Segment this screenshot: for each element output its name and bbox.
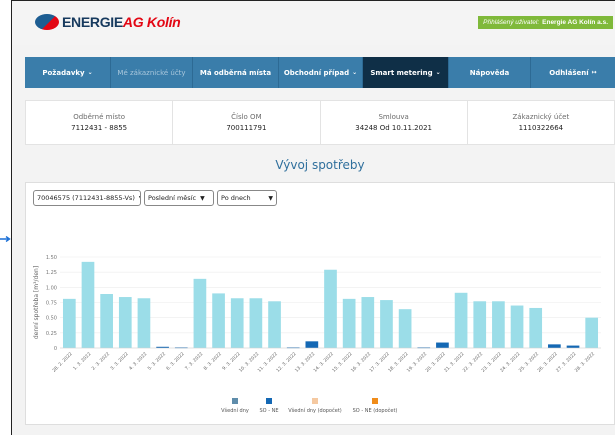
x-tick-label: 4. 3. 2022 <box>128 351 149 372</box>
brand-accent: AG Kolín <box>122 14 181 30</box>
logo-mark-icon <box>35 14 59 30</box>
bar <box>473 301 487 348</box>
y-tick-label: 0.50 <box>46 316 57 322</box>
bar <box>118 297 132 348</box>
bar <box>585 317 599 348</box>
y-tick-label: 0.25 <box>46 331 57 337</box>
x-tick-label: 3. 3. 2022 <box>109 351 130 372</box>
bar <box>454 292 468 348</box>
user-name: Energie AG Kolín a.s. <box>542 19 608 26</box>
y-axis-label: denní spotřeba [m³/den] <box>33 266 40 339</box>
x-tick-label: 5. 3. 2022 <box>147 351 168 372</box>
y-tick-label: 1.25 <box>46 270 57 276</box>
bar <box>566 345 580 348</box>
legend-label: SO - NE <box>260 408 279 414</box>
nav-smart-metering[interactable]: Smart metering ⌄ <box>363 57 449 88</box>
bar <box>305 341 319 348</box>
x-tick-label: 6. 3. 2022 <box>165 351 186 372</box>
bar <box>100 294 113 348</box>
bar <box>361 297 375 348</box>
info-cislo-om: Číslo OM 700111791 <box>173 101 321 144</box>
nav-obchodni-pripad[interactable]: Obchodní případ ⌄ <box>279 57 363 88</box>
legend-swatch <box>232 398 238 404</box>
bar <box>398 309 412 348</box>
user-badge: Přihlášený uživatel: Energie AG Kolín a.… <box>478 16 613 29</box>
y-tick-label: 1.00 <box>46 285 57 291</box>
page-title: Vývoj spotřeby <box>275 158 365 172</box>
info-zakaznicky-ucet: Zákaznický účet 1110322664 <box>512 113 570 132</box>
bar <box>268 301 281 348</box>
legend-swatch <box>372 398 378 404</box>
user-label: Přihlášený uživatel: <box>483 19 540 26</box>
info-smlouva: Smlouva 34248 Od 10.11.2021 <box>321 101 468 144</box>
x-tick-label: 8. 3. 2022 <box>203 351 224 372</box>
bar <box>324 269 337 348</box>
legend-swatch <box>312 398 318 404</box>
chevron-down-icon: ⌄ <box>352 69 358 76</box>
bar <box>212 293 225 348</box>
bar <box>249 298 263 348</box>
legend-label: Všední dny (dopočet) <box>288 407 342 414</box>
nav-odberna-mista[interactable]: Má odběrná místa <box>193 57 279 88</box>
x-tick-label: 2. 3. 2022 <box>91 351 112 372</box>
y-tick-label: 0.75 <box>46 301 57 307</box>
consumption-chart: 1.50 1.25 1.00 0.75 0.50 0.25 0 denní spotřeba … <box>33 255 601 414</box>
logout-icon: ↦ <box>591 69 597 76</box>
x-tick-label: 28. 3. 2022 <box>574 351 597 374</box>
x-tick-label: 9. 3. 2022 <box>221 351 242 372</box>
chart-panel: 70046575 (7112431-8855-Vs)▼ Poslední měs… <box>25 182 615 425</box>
bar <box>436 342 449 348</box>
nav-zakaznicke-ucty[interactable]: Mé zákaznické účty <box>111 57 193 88</box>
x-tick-label: 28. 2. 2022 <box>51 351 74 374</box>
info-odberne-misto: Odběrné místo 7112431 - 8855 <box>26 101 174 144</box>
bar <box>137 298 151 348</box>
bar <box>380 300 393 348</box>
y-tick-label: 0 <box>54 346 57 352</box>
bar <box>510 305 524 348</box>
pointer-arrow-icon <box>0 236 11 242</box>
bar <box>492 301 505 348</box>
nav-napoveda[interactable]: Nápověda <box>449 57 531 88</box>
header: ENERGIEAG Kolín Přihlášený uživatel: Ene… <box>12 1 615 45</box>
x-tick-label: 1. 3. 2022 <box>72 351 93 372</box>
nav-odhlaseni[interactable]: Odhlášení ↦ <box>531 57 615 88</box>
bar <box>529 307 543 348</box>
bar <box>81 261 95 348</box>
brand-name: ENERGIE <box>62 14 123 30</box>
legend-swatch <box>266 398 272 404</box>
bar <box>193 278 207 348</box>
bar <box>548 344 561 348</box>
x-tick-label: 7. 3. 2022 <box>184 351 205 372</box>
info-bar: Odběrné místo 7112431 - 8855 Číslo OM 7001… <box>25 100 615 145</box>
main-nav: Požadavky ⌄ Mé zákaznické účty Má odběrná… <box>25 57 615 88</box>
nav-pozadavky[interactable]: Požadavky ⌄ <box>25 57 111 88</box>
chevron-down-icon: ⌄ <box>435 69 441 76</box>
legend-label: SO - NE (dopočet) <box>353 407 398 414</box>
y-tick-label: 1.50 <box>46 255 57 261</box>
bar <box>342 298 356 348</box>
chevron-down-icon: ⌄ <box>87 69 93 76</box>
logo[interactable]: ENERGIEAG Kolín <box>35 14 181 30</box>
bar <box>62 298 76 348</box>
bar <box>230 298 244 348</box>
legend-label: Všední dny <box>221 407 249 414</box>
